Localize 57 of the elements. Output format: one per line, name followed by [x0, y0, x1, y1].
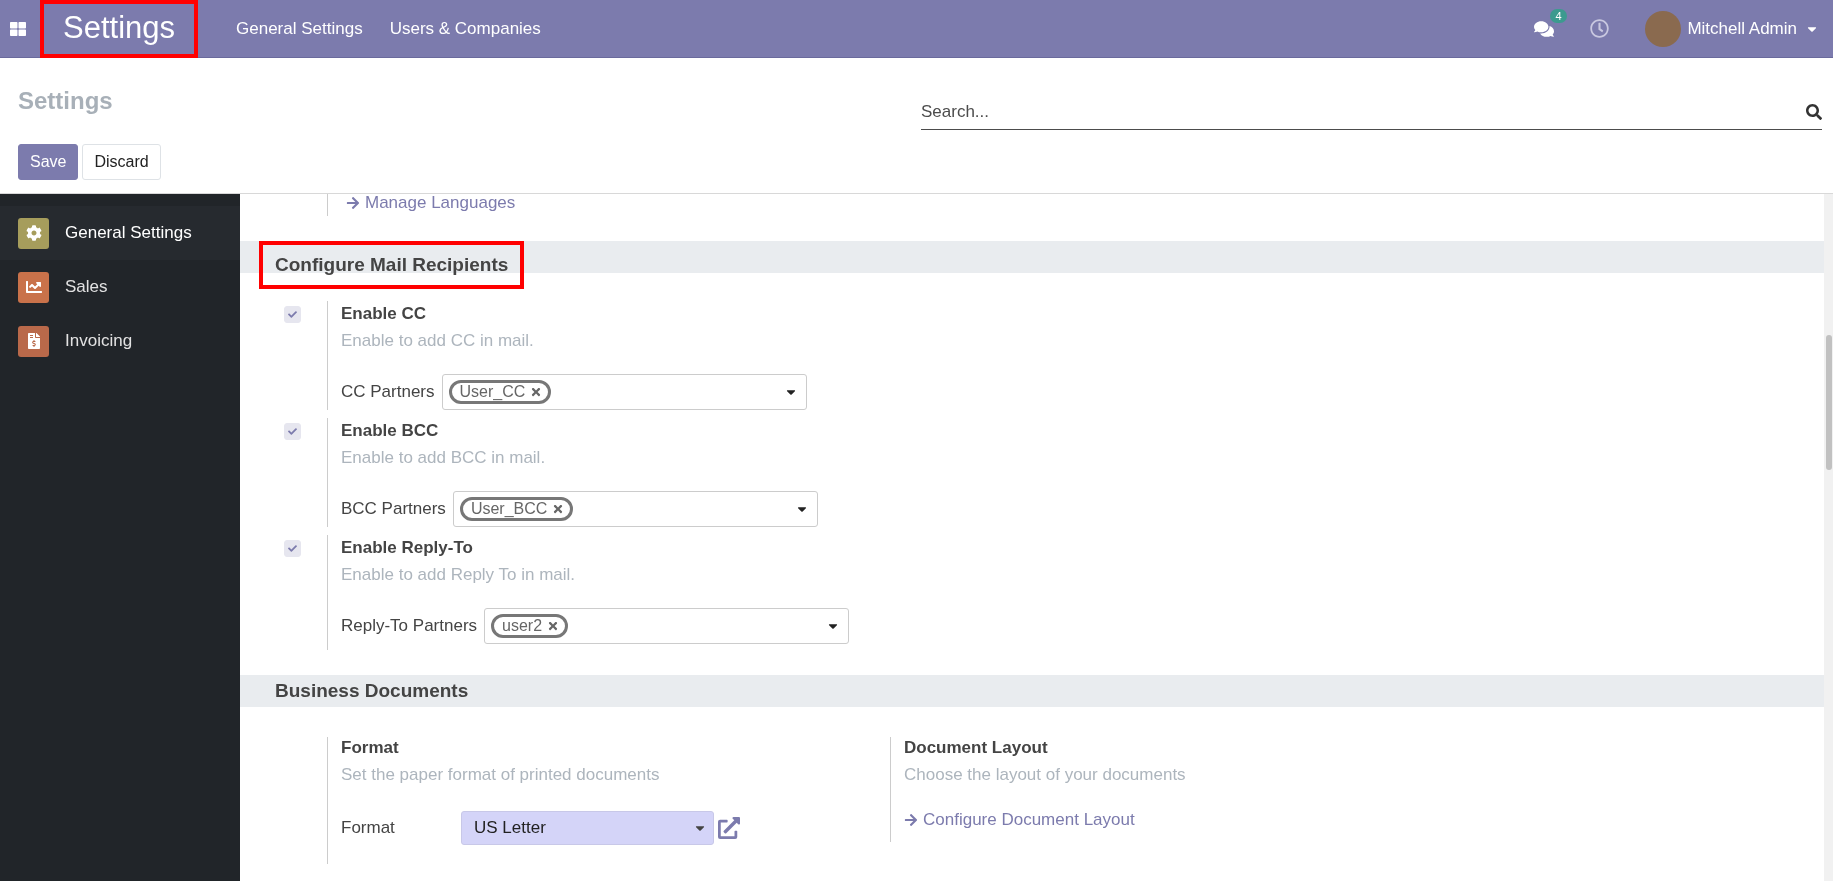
field-label: BCC Partners: [341, 499, 446, 519]
scrollbar-thumb[interactable]: [1826, 335, 1832, 470]
section-title: Configure Mail Recipients: [259, 241, 525, 289]
nav-menu-item[interactable]: General Settings: [236, 18, 363, 39]
manage-languages-link[interactable]: Manage Languages: [346, 194, 516, 213]
sidebar-item[interactable]: Invoicing: [0, 314, 240, 368]
field-label: Format: [341, 818, 396, 838]
partners-field[interactable]: User_BCC: [452, 491, 818, 527]
field-label: CC Partners: [341, 382, 435, 402]
partners-field[interactable]: user2: [484, 608, 850, 644]
tag[interactable]: User_CC: [448, 380, 552, 404]
checkbox[interactable]: [284, 306, 301, 323]
search-icon[interactable]: [1806, 104, 1822, 120]
invoice-icon: [18, 325, 49, 357]
field-label: Reply-To Partners: [341, 616, 478, 636]
user-name[interactable]: Mitchell Admin: [1687, 18, 1797, 39]
setting-title: Format: [341, 737, 400, 759]
partners-field[interactable]: User_CC: [441, 374, 807, 410]
setting-description: Enable to add BCC in mail.: [341, 447, 547, 469]
message-count: 4: [1550, 8, 1567, 23]
setting-description: Choose the layout of your documents: [904, 764, 1186, 786]
remove-icon[interactable]: [547, 620, 560, 632]
external-link-icon[interactable]: [718, 817, 740, 839]
check-icon: [288, 544, 297, 553]
checkbox[interactable]: [284, 423, 301, 440]
gear-icon: [18, 217, 49, 249]
app-title: Settings: [40, 0, 198, 58]
format-select[interactable]: US Letter: [461, 811, 714, 845]
save-button[interactable]: Save: [18, 144, 79, 180]
check-icon: [288, 310, 297, 319]
setting-title: Enable Reply-To: [341, 537, 474, 559]
setting-title: Document Layout: [904, 737, 1049, 759]
discard-button[interactable]: Discard: [82, 144, 161, 180]
nav-menu-item[interactable]: Users & Companies: [389, 18, 541, 39]
chart-icon: [18, 271, 49, 303]
setting-title: Enable BCC: [341, 420, 440, 442]
check-icon: [288, 427, 297, 436]
arrow-icon: [346, 196, 360, 210]
setting-description: Set the paper format of printed documents: [341, 764, 661, 786]
clock-icon[interactable]: [1590, 19, 1610, 38]
remove-icon[interactable]: [552, 503, 565, 515]
tag[interactable]: User_BCC: [459, 497, 574, 521]
arrow-icon: [904, 813, 918, 827]
search-field[interactable]: Search...: [921, 94, 1822, 130]
page-title: Settings: [18, 86, 114, 115]
sidebar-item[interactable]: General Settings: [0, 206, 240, 260]
setting-description: Enable to add Reply To in mail.: [341, 564, 577, 586]
remove-icon[interactable]: [530, 386, 543, 398]
setting-title: Enable CC: [341, 303, 428, 325]
sidebar-item[interactable]: Sales: [0, 260, 240, 314]
setting-description: Enable to add CC in mail.: [341, 330, 535, 352]
apps-menu-icon[interactable]: [10, 20, 26, 37]
section-title: Business Documents: [274, 679, 470, 703]
configure-link[interactable]: Configure Document Layout: [904, 810, 1135, 830]
tag[interactable]: user2: [491, 614, 569, 638]
chat-icon[interactable]: [1534, 18, 1555, 39]
checkbox[interactable]: [284, 540, 301, 557]
